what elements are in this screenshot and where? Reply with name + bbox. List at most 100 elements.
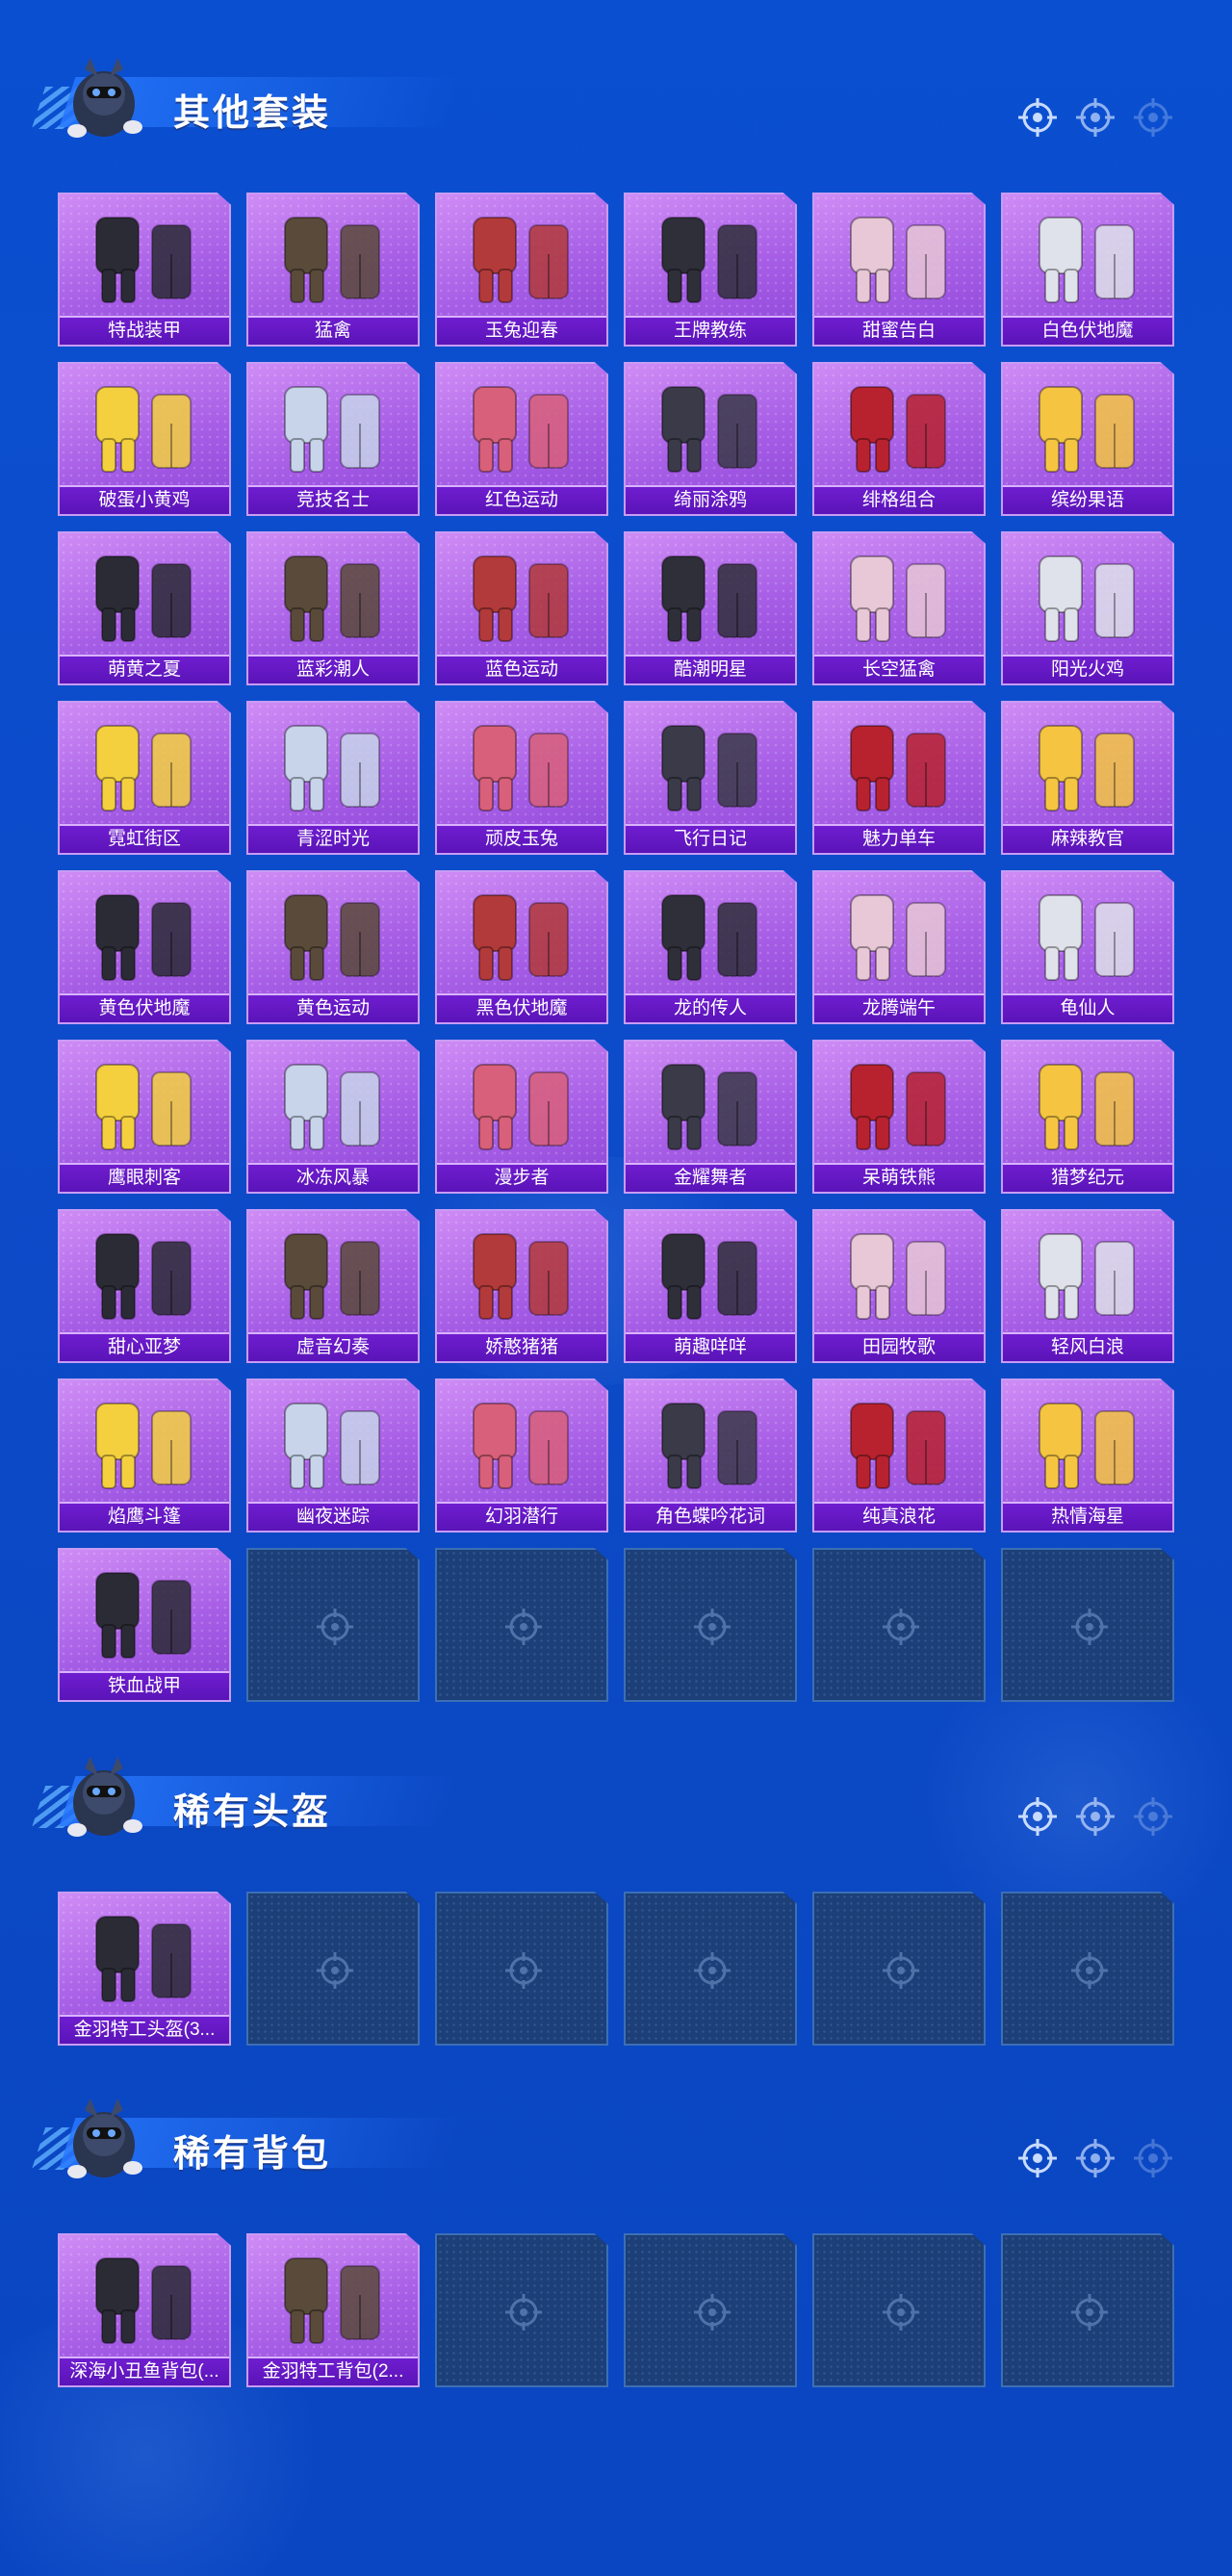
item-name: 铁血战甲 bbox=[60, 1671, 229, 1700]
item-card[interactable]: 长空猛禽 bbox=[812, 531, 986, 685]
item-image bbox=[661, 217, 757, 303]
item-card[interactable]: 金耀舞者 bbox=[624, 1040, 797, 1194]
item-card[interactable]: 红色运动 bbox=[435, 362, 608, 516]
item-card[interactable]: 蓝色运动 bbox=[435, 531, 608, 685]
item-card[interactable]: 虚音幻奏 bbox=[246, 1209, 420, 1363]
item-card[interactable]: 破蛋小黄鸡 bbox=[58, 362, 231, 516]
item-grid: 特战装甲 猛禽 玉兔迎春 王牌教练 甜蜜告白 白色伏地魔破蛋小黄鸡 竞技名士 红色运动 绮丽涂鸦… bbox=[58, 193, 1174, 1702]
item-image bbox=[661, 1064, 757, 1150]
item-image bbox=[95, 1064, 192, 1150]
item-image bbox=[473, 894, 569, 981]
item-card[interactable]: 呆萌铁熊 bbox=[812, 1040, 986, 1194]
item-card[interactable]: 幽夜迷踪 bbox=[246, 1378, 420, 1533]
item-card[interactable]: 麻辣教官 bbox=[1001, 701, 1174, 855]
item-card[interactable]: 金羽特工头盔(3... bbox=[58, 1892, 231, 2046]
item-name: 青涩时光 bbox=[248, 824, 418, 853]
item-image bbox=[284, 1064, 380, 1150]
item-card[interactable]: 猎梦纪元 bbox=[1001, 1040, 1174, 1194]
crosshair-icon bbox=[317, 1952, 353, 1989]
item-card[interactable]: 酷潮明星 bbox=[624, 531, 797, 685]
item-card[interactable]: 绯格组合 bbox=[812, 362, 986, 516]
item-card[interactable]: 猛禽 bbox=[246, 193, 420, 347]
item-name: 甜蜜告白 bbox=[814, 316, 984, 345]
crosshair-icon bbox=[1134, 2139, 1172, 2177]
crosshair-icon bbox=[505, 2294, 542, 2331]
item-card[interactable]: 鹰眼刺客 bbox=[58, 1040, 231, 1194]
item-image bbox=[661, 1403, 757, 1489]
empty-slot bbox=[812, 1892, 986, 2046]
item-card[interactable]: 纯真浪花 bbox=[812, 1378, 986, 1533]
item-image bbox=[1039, 1403, 1135, 1489]
empty-slot bbox=[624, 1548, 797, 1702]
item-card[interactable]: 娇憨猪猪 bbox=[435, 1209, 608, 1363]
item-name: 麻辣教官 bbox=[1003, 824, 1172, 853]
item-image bbox=[661, 1233, 757, 1320]
item-grid: 深海小丑鱼背包(... 金羽特工背包(2... bbox=[58, 2233, 1174, 2387]
crosshair-icon bbox=[505, 1609, 542, 1645]
item-name: 漫步者 bbox=[437, 1163, 606, 1192]
item-card[interactable]: 深海小丑鱼背包(... bbox=[58, 2233, 231, 2387]
item-card[interactable]: 阳光火鸡 bbox=[1001, 531, 1174, 685]
item-image bbox=[850, 725, 946, 811]
item-card[interactable]: 飞行日记 bbox=[624, 701, 797, 855]
crosshair-icon bbox=[883, 1609, 919, 1645]
header-target-icons bbox=[1016, 2137, 1174, 2179]
item-name: 焰鹰斗篷 bbox=[60, 1502, 229, 1531]
item-card[interactable]: 龙的传人 bbox=[624, 870, 797, 1024]
item-name: 阳光火鸡 bbox=[1003, 655, 1172, 683]
item-name: 绮丽涂鸦 bbox=[626, 485, 795, 514]
empty-slot bbox=[246, 1892, 420, 2046]
item-card[interactable]: 缤纷果语 bbox=[1001, 362, 1174, 516]
item-card[interactable]: 幻羽潜行 bbox=[435, 1378, 608, 1533]
item-name: 深海小丑鱼背包(... bbox=[60, 2357, 229, 2385]
item-card[interactable]: 轻风白浪 bbox=[1001, 1209, 1174, 1363]
item-card[interactable]: 萌黄之夏 bbox=[58, 531, 231, 685]
item-card[interactable]: 蓝彩潮人 bbox=[246, 531, 420, 685]
item-name: 热情海星 bbox=[1003, 1502, 1172, 1531]
item-card[interactable]: 黄色伏地魔 bbox=[58, 870, 231, 1024]
crosshair-icon bbox=[1018, 1797, 1057, 1836]
item-card[interactable]: 顽皮玉兔 bbox=[435, 701, 608, 855]
item-image bbox=[661, 386, 757, 473]
item-card[interactable]: 青涩时光 bbox=[246, 701, 420, 855]
item-card[interactable]: 龟仙人 bbox=[1001, 870, 1174, 1024]
crosshair-icon bbox=[1071, 2294, 1108, 2331]
item-card[interactable]: 角色蝶吟花词 bbox=[624, 1378, 797, 1533]
item-image bbox=[473, 555, 569, 642]
item-name: 轻风白浪 bbox=[1003, 1332, 1172, 1361]
item-card[interactable]: 冰冻风暴 bbox=[246, 1040, 420, 1194]
item-card[interactable]: 龙腾端午 bbox=[812, 870, 986, 1024]
empty-slot bbox=[1001, 2233, 1174, 2387]
item-name: 纯真浪花 bbox=[814, 1502, 984, 1531]
item-card[interactable]: 热情海星 bbox=[1001, 1378, 1174, 1533]
item-card[interactable]: 霓虹街区 bbox=[58, 701, 231, 855]
item-name: 黑色伏地魔 bbox=[437, 993, 606, 1022]
item-card[interactable]: 田园牧歌 bbox=[812, 1209, 986, 1363]
item-image bbox=[95, 894, 192, 981]
item-image bbox=[95, 2257, 192, 2344]
item-card[interactable]: 白色伏地魔 bbox=[1001, 193, 1174, 347]
item-name: 蓝色运动 bbox=[437, 655, 606, 683]
item-card[interactable]: 金羽特工背包(2... bbox=[246, 2233, 420, 2387]
empty-slot bbox=[624, 1892, 797, 2046]
item-name: 绯格组合 bbox=[814, 485, 984, 514]
item-card[interactable]: 甜心亚梦 bbox=[58, 1209, 231, 1363]
item-card[interactable]: 黑色伏地魔 bbox=[435, 870, 608, 1024]
item-card[interactable]: 魅力单车 bbox=[812, 701, 986, 855]
item-card[interactable]: 铁血战甲 bbox=[58, 1548, 231, 1702]
item-card[interactable]: 王牌教练 bbox=[624, 193, 797, 347]
item-card[interactable]: 绮丽涂鸦 bbox=[624, 362, 797, 516]
item-card[interactable]: 竞技名士 bbox=[246, 362, 420, 516]
item-card[interactable]: 黄色运动 bbox=[246, 870, 420, 1024]
item-card[interactable]: 甜蜜告白 bbox=[812, 193, 986, 347]
item-card[interactable]: 漫步者 bbox=[435, 1040, 608, 1194]
empty-slot bbox=[812, 2233, 986, 2387]
crosshair-icon bbox=[883, 2294, 919, 2331]
item-name: 龙的传人 bbox=[626, 993, 795, 1022]
item-card[interactable]: 玉兔迎春 bbox=[435, 193, 608, 347]
item-card[interactable]: 特战装甲 bbox=[58, 193, 231, 347]
item-image bbox=[95, 1572, 192, 1659]
item-card[interactable]: 萌趣咩咩 bbox=[624, 1209, 797, 1363]
item-card[interactable]: 焰鹰斗篷 bbox=[58, 1378, 231, 1533]
item-name: 顽皮玉兔 bbox=[437, 824, 606, 853]
